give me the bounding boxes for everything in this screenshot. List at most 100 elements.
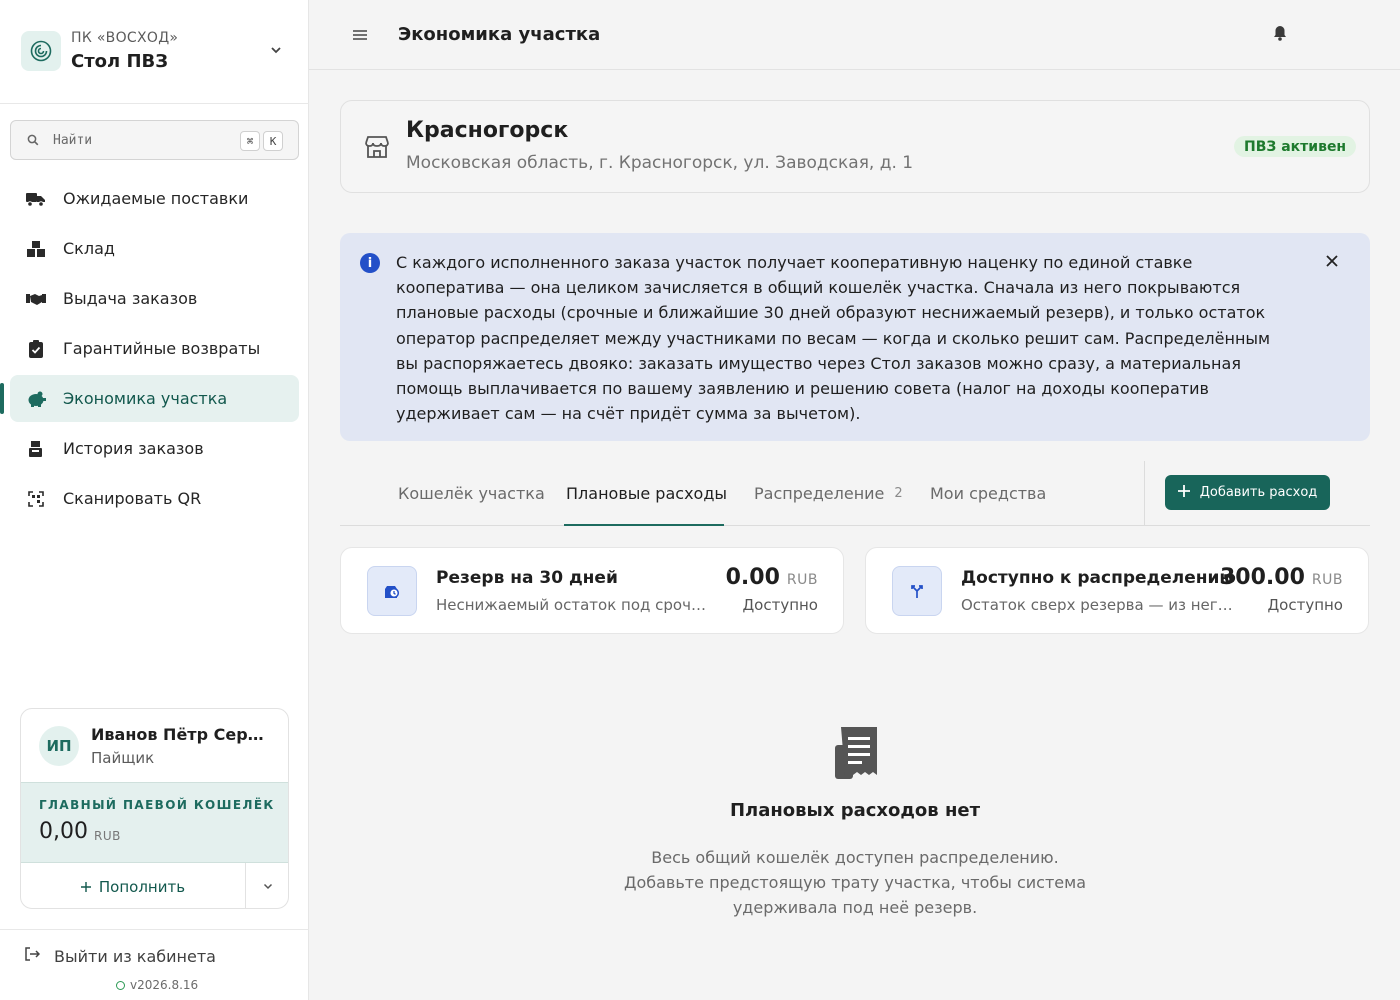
menu-toggle-button[interactable] [350,25,370,45]
active-tab-underline [564,524,724,526]
tab-distribution[interactable]: Распределение 2 [754,461,903,526]
sidebar-item-warranty-returns[interactable]: Гарантийные возвраты [10,325,299,372]
org-subtitle: ПК «ВОСХОД» [71,30,179,46]
distributable-card: Доступно к распределению Остаток сверх р… [865,547,1369,634]
truck-icon [26,190,46,208]
plus-icon [80,878,91,896]
receipt-icon [833,724,883,780]
stat-status: Доступно [742,596,818,614]
logout-label: Выйти из кабинета [54,946,216,966]
tab-plot-wallet[interactable]: Кошелёк участка [398,461,545,526]
sidebar-item-label: Экономика участка [63,389,228,408]
notifications-button[interactable] [1270,25,1290,45]
clock-bag-icon [367,566,417,616]
sidebar-item-order-history[interactable]: История заказов [10,425,299,472]
logout-icon [24,946,41,966]
stat-description: Неснижаемый остаток под срочные и ближай… [436,596,711,614]
main-wallet: ГЛАВНЫЙ ПАЕВОЙ КОШЕЛЁК 0,00 RUB [21,782,288,863]
stat-status: Доступно [1267,596,1343,614]
tab-label: Кошелёк участка [398,484,545,503]
theme-toggle-button[interactable] [1324,20,1354,50]
shortcut-key-k: K [263,131,283,151]
wallet-amount: 0,00 [39,819,88,844]
stat-value: 0.00 [725,565,780,590]
status-dot-icon [116,980,125,990]
spiral-logo-icon [21,31,61,71]
qr-scan-icon [26,490,46,508]
split-arrows-icon [892,566,942,616]
sidebar-item-label: Склад [63,239,115,258]
divider [1144,461,1145,526]
info-icon: i [360,253,380,273]
add-expense-button[interactable]: Добавить расход [1165,475,1330,510]
close-icon[interactable] [1322,251,1342,271]
cash-register-icon [26,440,46,458]
sidebar-item-warehouse[interactable]: Склад [10,225,299,272]
sidebar-item-label: Ожидаемые поставки [63,189,249,208]
store-icon [363,133,391,161]
tab-my-funds[interactable]: Мои средства [930,461,1046,526]
stat-currency: RUB [786,572,818,588]
page-title: Экономика участка [398,24,601,45]
app-version: v2026.8.16 [116,978,198,992]
location-card: Красногорск Московская область, г. Красн… [340,100,1370,193]
org-switcher[interactable]: ПК «ВОСХОД» Стол ПВЗ [0,0,309,104]
wallet-title: ГЛАВНЫЙ ПАЕВОЙ КОШЕЛЁК [39,798,275,812]
add-expense-label: Добавить расход [1199,485,1318,500]
tab-count-badge: 2 [894,486,903,501]
hamburger-icon [353,26,367,45]
piggy-bank-icon [26,390,46,408]
tab-label: Мои средства [930,484,1047,503]
sidebar-item-expected-deliveries[interactable]: Ожидаемые поставки [10,175,299,222]
search-box[interactable]: ⌘ K [10,120,299,160]
topup-button[interactable]: Пополнить [21,863,246,908]
logout-button[interactable]: Выйти из кабинета [24,946,216,966]
chevron-down-icon [262,877,274,896]
user-name: Иванов Пётр Сергеевич [91,725,271,744]
sidebar-nav: Ожидаемые поставки Склад Выдача заказов … [0,175,299,525]
info-banner: i С каждого исполненного заказа участок … [340,233,1370,441]
tab-label: Распределение [754,484,885,503]
clipboard-check-icon [26,340,46,358]
avatar: ИП [39,726,79,766]
stat-value: 300.00 [1220,565,1305,590]
user-card: ИП Иванов Пётр Сергеевич Пайщик ГЛАВНЫЙ … [20,708,289,909]
handshake-icon [26,290,46,308]
sidebar-item-plot-economics[interactable]: Экономика участка [0,375,299,422]
empty-state-title: Плановых расходов нет [729,800,981,821]
org-name: Стол ПВЗ [71,51,169,72]
reserve-card: Резерв на 30 дней Неснижаемый остаток по… [340,547,844,634]
wallet-currency: RUB [94,829,121,843]
sidebar-item-label: Сканировать QR [63,489,202,508]
sidebar-item-order-issue[interactable]: Выдача заказов [10,275,299,322]
plus-icon [1177,484,1190,501]
boxes-icon [26,240,46,258]
sidebar-item-scan-qr[interactable]: Сканировать QR [10,475,299,522]
stat-amount: 0.00 RUB [726,565,818,590]
bell-icon [1273,25,1287,45]
empty-state-text: Весь общий кошелёк доступен распределени… [623,848,1087,917]
sidebar: ПК «ВОСХОД» Стол ПВЗ ⌘ K Ожидаемые поста… [0,0,309,1000]
status-badge: ПВЗ активен [1234,136,1357,157]
stat-amount: 300.00 RUB [1220,565,1343,590]
topup-label: Пополнить [98,877,186,896]
search-icon [25,132,41,148]
search-input[interactable] [53,130,233,150]
economics-tabs: Кошелёк участка Плановые расходы Распред… [340,461,1370,526]
stat-description: Остаток сверх резерва — из него распреде… [961,596,1236,614]
sidebar-item-label: Гарантийные возвраты [63,339,261,358]
top-bar: Экономика участка [309,0,1400,70]
location-name: Красногорск [406,118,569,143]
version-label: v2026.8.16 [130,978,199,992]
divider [0,929,309,930]
sidebar-item-label: Выдача заказов [63,289,198,308]
info-text: С каждого исполненного заказа участок по… [396,253,1271,424]
tab-planned-expenses[interactable]: Плановые расходы [566,461,727,526]
active-indicator [0,383,4,414]
topup-menu-button[interactable] [246,863,288,908]
chevron-down-icon[interactable] [266,40,286,60]
tab-label: Плановые расходы [566,484,728,503]
moon-icon [1327,20,1351,50]
stat-currency: RUB [1311,572,1343,588]
shortcut-key-cmd: ⌘ [240,131,260,151]
